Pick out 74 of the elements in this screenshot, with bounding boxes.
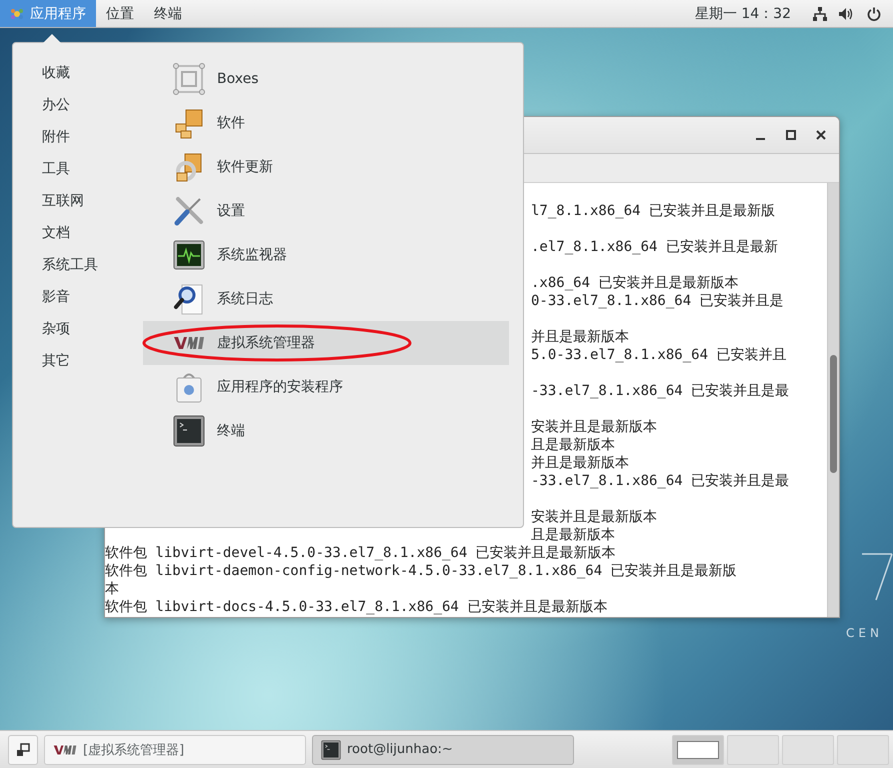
app-label: 设置: [217, 202, 245, 220]
packages-icon: [173, 107, 205, 139]
app-label: 系统监视器: [217, 246, 287, 264]
terminal-line: 本: [105, 581, 119, 597]
app-item[interactable]: 设置: [143, 189, 509, 233]
power-icon[interactable]: [867, 6, 881, 20]
terminal-icon: [173, 415, 205, 447]
app-item[interactable]: 软件: [143, 101, 509, 145]
terminal-line: .el7_8.1.x86_64 已安装并且是最新: [531, 239, 778, 255]
category-item[interactable]: 收藏: [42, 57, 143, 89]
app-label: 虚拟系统管理器: [217, 334, 315, 352]
terminal-line: 且是最新版本: [531, 527, 615, 543]
category-item[interactable]: 系统工具: [42, 249, 143, 281]
category-item[interactable]: 文档: [42, 217, 143, 249]
terminal-line: 0-33.el7_8.1.x86_64 已安装并且是: [531, 293, 784, 309]
workspace-thumbnail[interactable]: [672, 734, 724, 764]
app-item[interactable]: 应用程序的安装程序: [143, 365, 509, 409]
network-icon[interactable]: [813, 6, 827, 20]
terminal-line: 并且是最新版本: [531, 329, 629, 345]
terminal-line: l7_8.1.x86_64 已安装并且是最新版: [531, 203, 776, 219]
top-menu[interactable]: 终端: [144, 0, 192, 27]
app-label: 系统日志: [217, 290, 273, 308]
terminal-line: 安装并且是最新版本: [531, 419, 657, 435]
terminal-line: 软件包 libvirt-devel-4.5.0-33.el7_8.1.x86_64 已安装并且是最新版本: [105, 545, 616, 561]
workspace-thumbnail[interactable]: [727, 734, 779, 764]
category-item[interactable]: 杂项: [42, 313, 143, 345]
boxes-icon: [173, 63, 205, 95]
scrollbar[interactable]: [827, 183, 839, 617]
logo-text: CEN: [846, 626, 883, 640]
maximize-button[interactable]: [785, 129, 797, 141]
app-label: Boxes: [217, 71, 259, 87]
task-button[interactable]: root@lijunhao:~: [312, 734, 574, 764]
scroll-thumb[interactable]: [830, 355, 837, 473]
app-item[interactable]: Boxes: [143, 57, 509, 101]
category-item[interactable]: 互联网: [42, 185, 143, 217]
category-item[interactable]: 办公: [42, 89, 143, 121]
app-label: 软件更新: [217, 158, 273, 176]
app-item[interactable]: 软件更新: [143, 145, 509, 189]
windows-icon: [16, 742, 30, 756]
app-label: 终端: [217, 422, 245, 440]
terminal-line: 且是最新版本: [531, 437, 615, 453]
app-item[interactable]: 虚拟系统管理器: [143, 321, 509, 365]
terminal-line: .x86_64 已安装并且是最新版本: [531, 275, 738, 291]
task-button[interactable]: [虚拟系统管理器]: [44, 734, 306, 764]
tools-icon: [173, 195, 205, 227]
app-item[interactable]: 终端: [143, 409, 509, 453]
terminal-icon: [321, 740, 341, 760]
close-button[interactable]: [815, 129, 827, 141]
category-item[interactable]: 附件: [42, 121, 143, 153]
vmm-icon: [173, 335, 205, 351]
show-desktop-button[interactable]: [8, 734, 38, 764]
log-icon: [173, 283, 205, 315]
terminal-line: 安装并且是最新版本: [531, 509, 657, 525]
workspace-thumbnail[interactable]: [782, 734, 834, 764]
category-item[interactable]: 其它: [42, 345, 143, 377]
clock[interactable]: 星期一 14：32: [694, 0, 813, 27]
terminal-line: -33.el7_8.1.x86_64 已安装并且是最: [531, 383, 790, 399]
vmm-icon: [53, 744, 77, 756]
terminal-line: 5.0-33.el7_8.1.x86_64 已安装并且: [531, 347, 786, 363]
logo-stroke-icon: [862, 552, 893, 602]
terminal-line: 软件包 libvirt-daemon-config-network-4.5.0-33.el7_8.1.x86_64 已安装并且是最新版: [105, 563, 737, 579]
volume-icon[interactable]: [839, 6, 855, 20]
app-label: 应用程序的安装程序: [217, 378, 343, 396]
workspace-thumbnail[interactable]: [837, 734, 889, 764]
top-menu[interactable]: 位置: [96, 0, 144, 27]
app-item[interactable]: 系统监视器: [143, 233, 509, 277]
category-item[interactable]: 影音: [42, 281, 143, 313]
app-label: 软件: [217, 114, 245, 132]
terminal-line: 软件包 libvirt-docs-4.5.0-33.el7_8.1.x86_64 已安装并且是最新版本: [105, 599, 608, 615]
terminal-line: -33.el7_8.1.x86_64 已安装并且是最: [531, 473, 790, 489]
monitor-icon: [173, 239, 205, 271]
terminal-line: 并且是最新版本: [531, 455, 629, 471]
category-item[interactable]: 工具: [42, 153, 143, 185]
app-item[interactable]: 系统日志: [143, 277, 509, 321]
